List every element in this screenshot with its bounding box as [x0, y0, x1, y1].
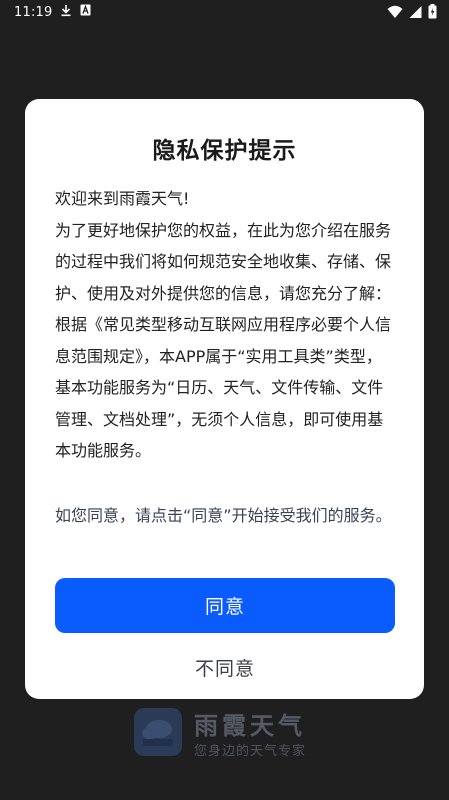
privacy-text-scroll[interactable]: 欢迎来到雨霞天气! 为了更好地保护您的权益，在此为您介绍在服务的过程中我们将如何… [55, 183, 395, 481]
status-right [387, 4, 437, 23]
welcome-text: 欢迎来到雨霞天气! [55, 189, 190, 208]
app-tagline: 您身边的天气专家 [194, 744, 307, 759]
agree-note: 如您同意，请点击“同意”开始接受我们的服务。 [55, 506, 392, 525]
status-bar: 11:19 [0, 0, 449, 24]
battery-icon [428, 4, 437, 23]
app-name: 雨霞天气 [194, 712, 306, 740]
privacy-dialog: 隐私保护提示 欢迎来到雨霞天气! 为了更好地保护您的权益，在此为您介绍在服务的过… [25, 99, 424, 699]
regulation-text: 根据《常见类型移动互联网应用程序必要个人信息范围规定》，本APP属于“实用工具类… [55, 315, 392, 460]
app-logo-icon [134, 708, 182, 756]
signal-icon [409, 5, 422, 23]
status-time: 11:19 [14, 4, 53, 20]
wifi-icon [387, 5, 403, 23]
font-app-icon [80, 4, 91, 20]
screen: 11:19 雨霞天气 您身边的天气专家 隐私保护提示 欢迎来到雨霞天气! 为了更… [0, 0, 449, 800]
intro-text: 为了更好地保护您的权益，在此为您介绍在服务的过程中我们将如何规范安全地收集、存储… [55, 220, 392, 303]
disagree-button[interactable]: 不同意 [55, 647, 395, 687]
status-left: 11:19 [0, 4, 91, 21]
dialog-title: 隐私保护提示 [152, 138, 297, 164]
download-icon [60, 4, 72, 21]
agree-button[interactable]: 同意 [55, 578, 395, 633]
